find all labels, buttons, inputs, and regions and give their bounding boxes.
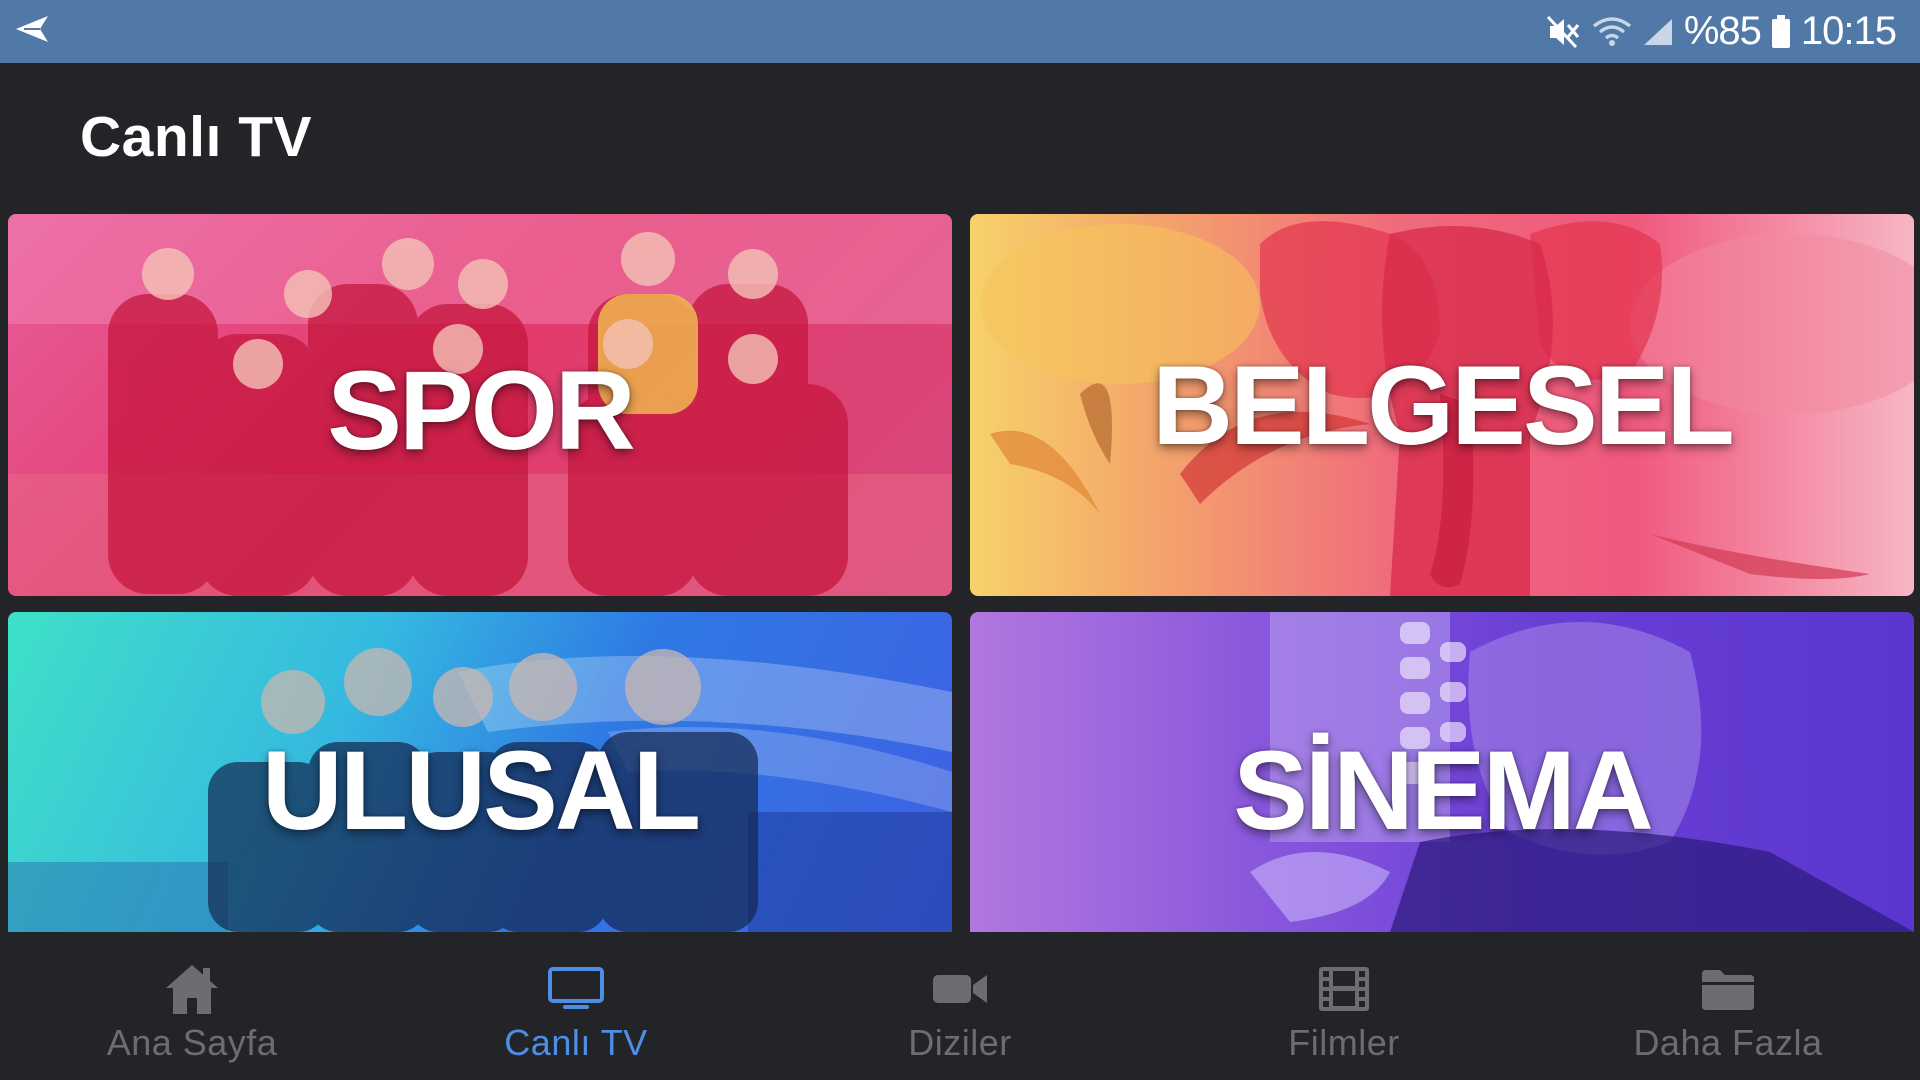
signal-icon: [1642, 17, 1674, 47]
clock: 10:15: [1800, 9, 1897, 53]
nav-item-canli-tv[interactable]: Canlı TV: [384, 932, 768, 1080]
nav-item-daha-fazla[interactable]: Daha Fazla: [1536, 932, 1920, 1080]
tv-icon: [547, 962, 605, 1016]
bottom-navigation: Ana Sayfa Canlı TV Diziler Filmler Daha …: [0, 932, 1920, 1080]
category-label: SPOR: [327, 347, 635, 473]
battery-percent: %85: [1683, 9, 1762, 53]
nav-label: Daha Fazla: [1633, 1022, 1823, 1063]
page-title: Canlı TV: [80, 105, 313, 169]
send-arrow-icon[interactable]: [14, 14, 50, 49]
category-card-belgesel[interactable]: BELGESEL: [970, 214, 1914, 596]
nav-item-filmler[interactable]: Filmler: [1152, 932, 1536, 1080]
battery-icon: [1771, 14, 1791, 49]
mute-icon: [1546, 15, 1582, 49]
nav-item-ana-sayfa[interactable]: Ana Sayfa: [0, 932, 384, 1080]
category-grid: SPOR BELGESEL ULUSAL SİNEMA: [8, 214, 1914, 932]
nav-label: Ana Sayfa: [106, 1022, 278, 1063]
folder-icon: [1700, 962, 1756, 1016]
category-label: BELGESEL: [1152, 342, 1735, 468]
category-label: ULUSAL: [261, 727, 701, 853]
category-card-ulusal[interactable]: ULUSAL: [8, 612, 952, 932]
nav-label: Filmler: [1288, 1022, 1400, 1063]
category-card-spor[interactable]: SPOR: [8, 214, 952, 596]
nav-item-diziler[interactable]: Diziler: [768, 932, 1152, 1080]
film-icon: [1318, 962, 1370, 1016]
wifi-icon: [1592, 16, 1632, 48]
nav-label: Diziler: [908, 1022, 1012, 1063]
video-camera-icon: [931, 962, 989, 1016]
nav-label: Canlı TV: [504, 1022, 648, 1063]
home-icon: [163, 962, 221, 1016]
category-label: SİNEMA: [1233, 727, 1654, 853]
category-card-sinema[interactable]: SİNEMA: [970, 612, 1914, 932]
status-bar: %85 10:15: [0, 0, 1920, 63]
